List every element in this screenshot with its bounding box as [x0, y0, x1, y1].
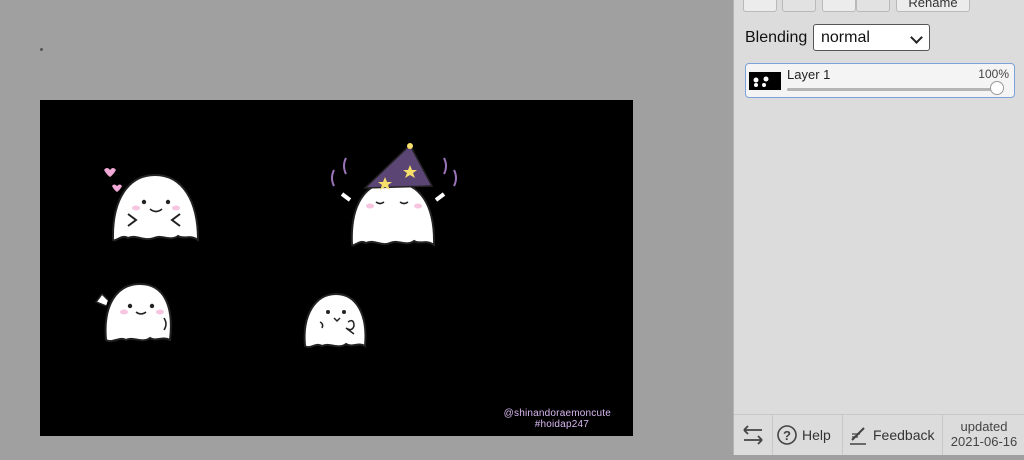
feedback-button[interactable]: Feedback	[842, 415, 943, 455]
opacity-slider-handle[interactable]	[990, 81, 1004, 95]
updated-date: 2021-06-16	[950, 434, 1018, 449]
blending-label: Blending	[745, 29, 808, 46]
opacity-slider-track[interactable]	[787, 88, 999, 91]
layers-panel: Rename Blending normal Layer 1 100% ? He…	[733, 0, 1024, 455]
merge-layer-button[interactable]	[856, 0, 890, 12]
updated-label: updated	[960, 419, 1008, 434]
ghost-2	[331, 143, 457, 247]
canvas-workspace[interactable]: @shinandoraemoncute #hoidap247	[0, 0, 733, 455]
ghost-1	[104, 168, 200, 242]
delete-layer-button[interactable]	[782, 0, 816, 12]
credit-handle: @shinandoraemoncute	[503, 408, 611, 419]
chevron-down-icon	[910, 31, 923, 44]
ghost-artwork	[94, 143, 457, 349]
canvas-dot	[40, 48, 43, 51]
ghost-4	[303, 292, 367, 349]
image-canvas[interactable]: @shinandoraemoncute #hoidap247	[40, 100, 633, 436]
add-layer-button[interactable]	[743, 0, 777, 12]
help-label: Help	[802, 427, 831, 443]
swap-panel-button[interactable]	[734, 415, 773, 455]
layer-item[interactable]: Layer 1 100%	[745, 63, 1015, 98]
layer-opacity-value: 100%	[978, 67, 1009, 81]
panel-footer: ? Help Feedback updated 2021-06-16	[734, 414, 1024, 455]
feedback-label: Feedback	[873, 427, 935, 443]
rename-label: Rename	[908, 0, 958, 10]
help-icon: ?	[777, 425, 797, 445]
thumbnail-image	[753, 76, 769, 87]
duplicate-layer-button[interactable]	[822, 0, 856, 12]
blending-value: normal	[821, 29, 870, 46]
ghost-3	[94, 282, 172, 343]
rename-button[interactable]: Rename	[896, 0, 970, 12]
help-button[interactable]: ? Help	[772, 415, 843, 455]
layer-thumbnail	[749, 72, 781, 90]
svg-text:?: ?	[783, 428, 791, 443]
feedback-pen-icon	[850, 427, 866, 445]
updated-info: updated 2021-06-16	[945, 419, 1023, 449]
swap-arrows-icon	[743, 425, 763, 445]
blending-select[interactable]: normal	[813, 24, 930, 51]
layer-name: Layer 1	[787, 67, 831, 82]
credit-hashtag: #hoidap247	[534, 419, 589, 430]
